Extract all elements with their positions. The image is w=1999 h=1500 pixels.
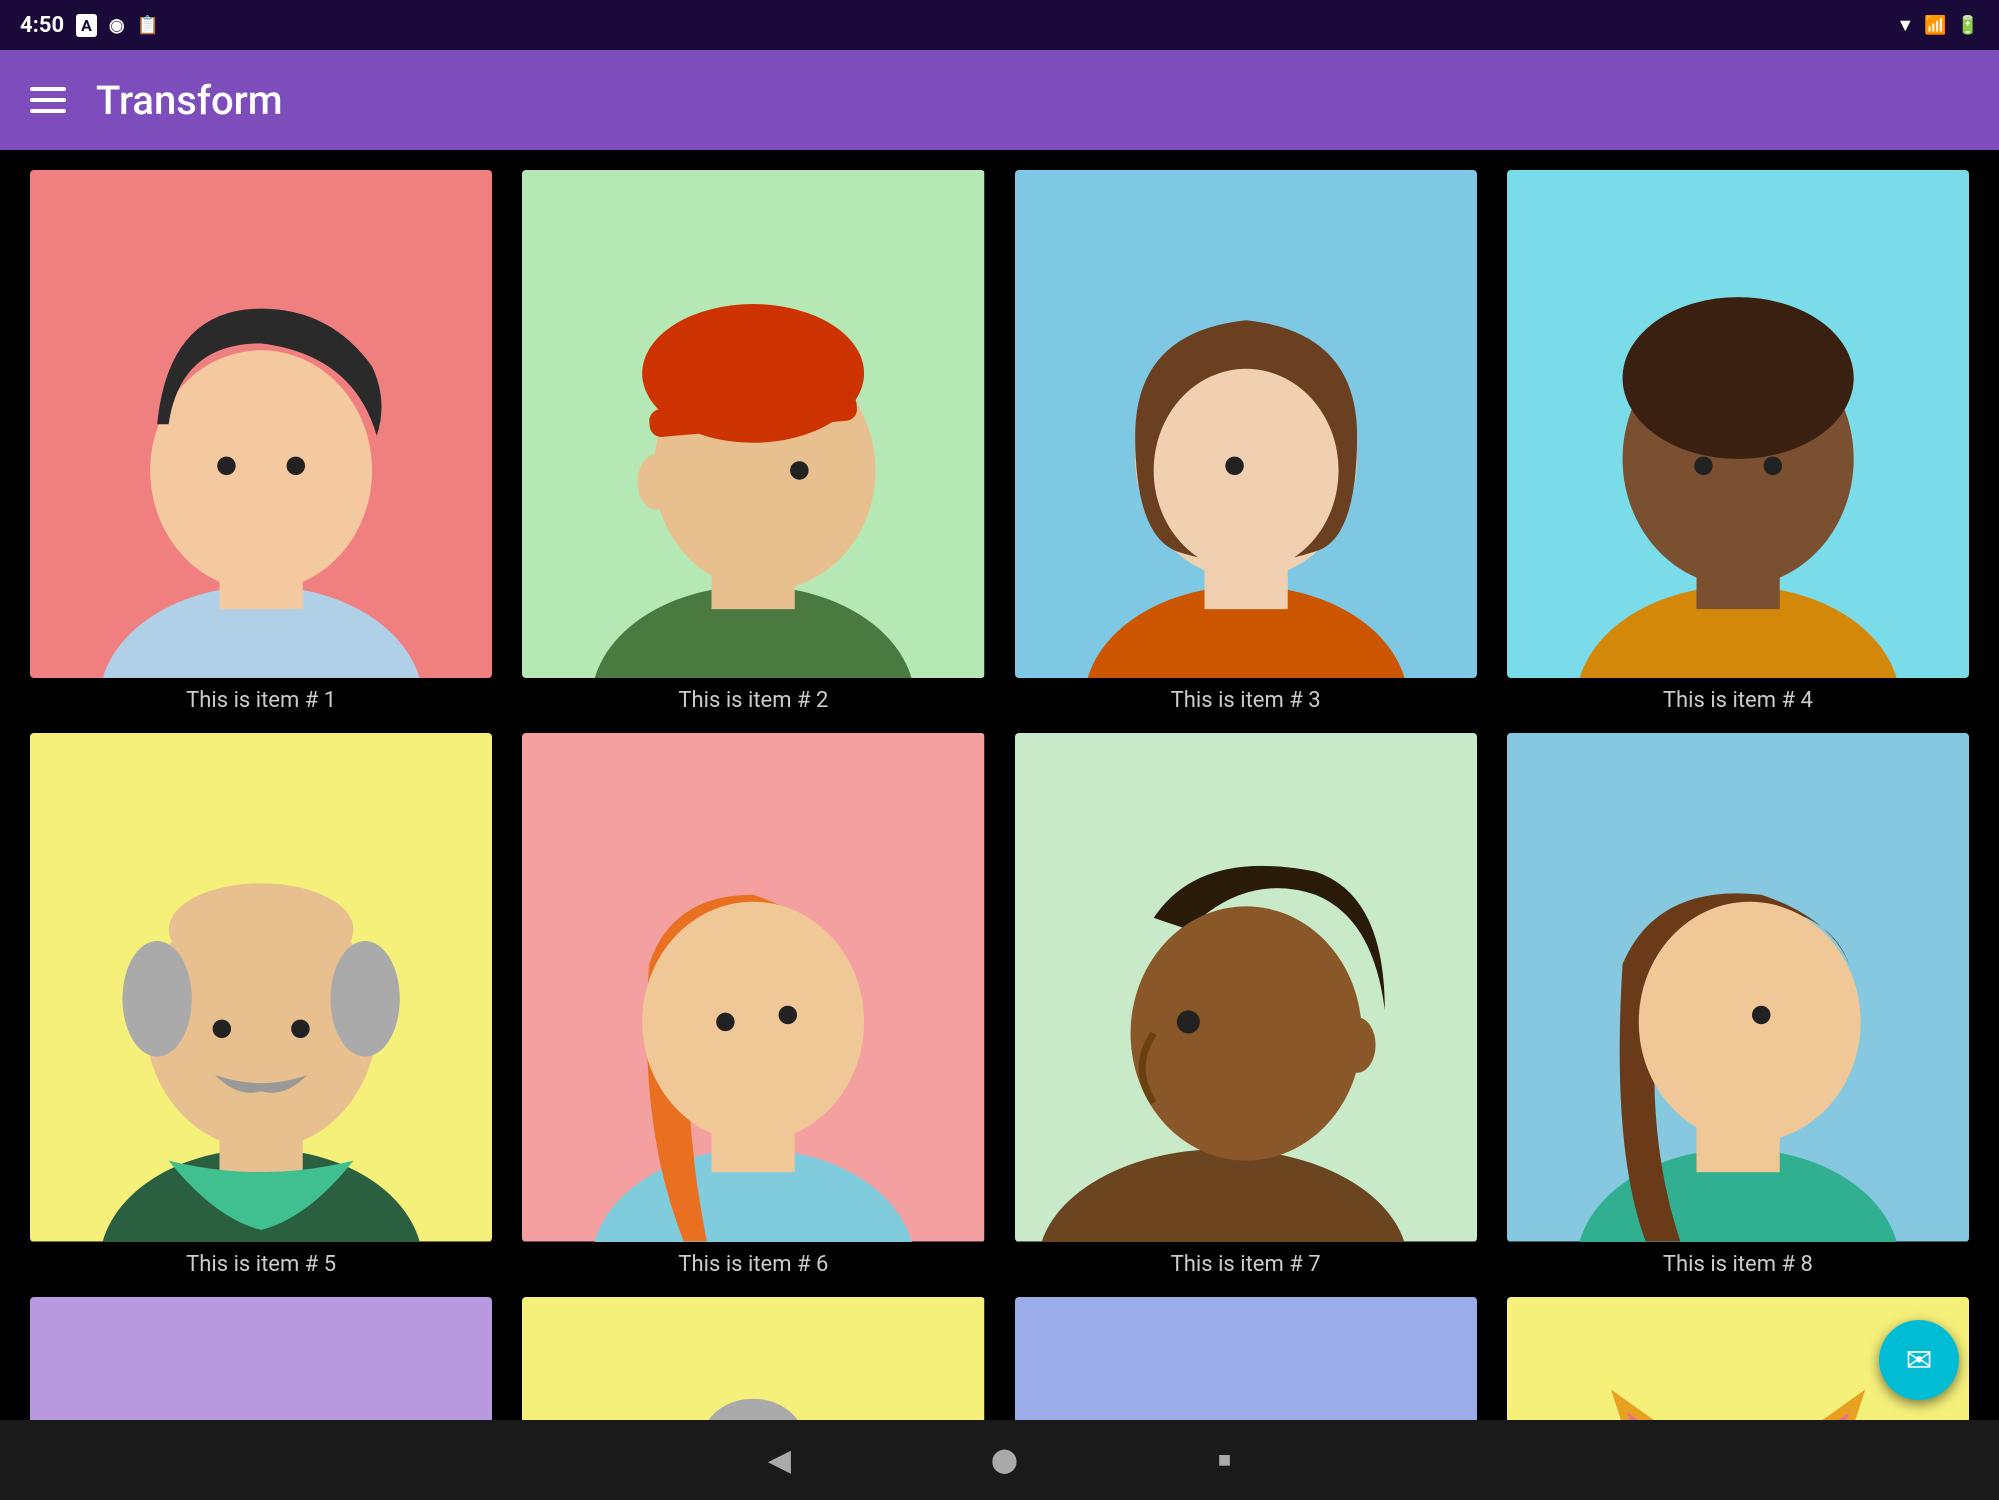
list-item[interactable]: This is item # 8	[1507, 733, 1969, 1276]
item-label-7: This is item # 7	[1171, 1252, 1321, 1277]
status-left: 4:50 A ◉ 📋	[20, 13, 159, 38]
app-bar: Transform	[0, 50, 1999, 150]
list-item[interactable]: This is item # 3	[1015, 170, 1477, 713]
item-image-3	[1015, 170, 1477, 678]
icon-a: A	[76, 14, 97, 37]
wifi-icon: ▼	[1896, 15, 1914, 36]
item-label-8: This is item # 8	[1663, 1252, 1813, 1277]
list-item[interactable]: This is item # 9	[30, 1297, 492, 1420]
list-item[interactable]: This is item # 11	[1015, 1297, 1477, 1420]
item-label-4: This is item # 4	[1663, 688, 1813, 713]
item-label-1: This is item # 1	[186, 688, 336, 713]
status-bar: 4:50 A ◉ 📋 ▼ 📶 🔋	[0, 0, 1999, 50]
signal-icon: 📶	[1924, 15, 1946, 36]
list-item[interactable]: This is item # 1	[30, 170, 492, 713]
bottom-navigation: ◀ ⬤ ■	[0, 1420, 1999, 1500]
icon-clipboard: 📋	[137, 15, 159, 36]
list-item[interactable]: This is item # 7	[1015, 733, 1477, 1276]
compose-fab-button[interactable]: ✉	[1879, 1320, 1959, 1400]
battery-icon: 🔋	[1957, 15, 1979, 36]
item-image-9	[30, 1297, 492, 1420]
item-image-4	[1507, 170, 1969, 678]
list-item[interactable]: This is item # 10	[522, 1297, 984, 1420]
item-label-5: This is item # 5	[186, 1252, 336, 1277]
item-label-3: This is item # 3	[1171, 688, 1321, 713]
item-image-2	[522, 170, 984, 678]
item-label-6: This is item # 6	[678, 1252, 828, 1277]
app-title: Transform	[96, 77, 283, 124]
menu-button[interactable]	[30, 87, 66, 113]
recents-button[interactable]: ■	[1218, 1447, 1231, 1473]
list-item[interactable]: This is item # 6	[522, 733, 984, 1276]
email-icon: ✉	[1906, 1341, 1933, 1379]
list-item[interactable]: This is item # 4	[1507, 170, 1969, 713]
list-item[interactable]: This is item # 5	[30, 733, 492, 1276]
time-display: 4:50	[20, 13, 64, 38]
list-item[interactable]: This is item # 2	[522, 170, 984, 713]
item-image-1	[30, 170, 492, 678]
item-label-2: This is item # 2	[678, 688, 828, 713]
item-image-10	[522, 1297, 984, 1420]
item-image-5	[30, 733, 492, 1241]
back-button[interactable]: ◀	[768, 1443, 791, 1478]
icon-circle: ◉	[109, 15, 125, 36]
grid-container: This is item # 1 This is it	[0, 150, 1999, 1420]
home-button[interactable]: ⬤	[991, 1446, 1018, 1474]
item-image-6	[522, 733, 984, 1241]
status-right: ▼ 📶 🔋	[1896, 15, 1979, 36]
item-image-11	[1015, 1297, 1477, 1420]
item-image-8	[1507, 733, 1969, 1241]
item-image-7	[1015, 733, 1477, 1241]
